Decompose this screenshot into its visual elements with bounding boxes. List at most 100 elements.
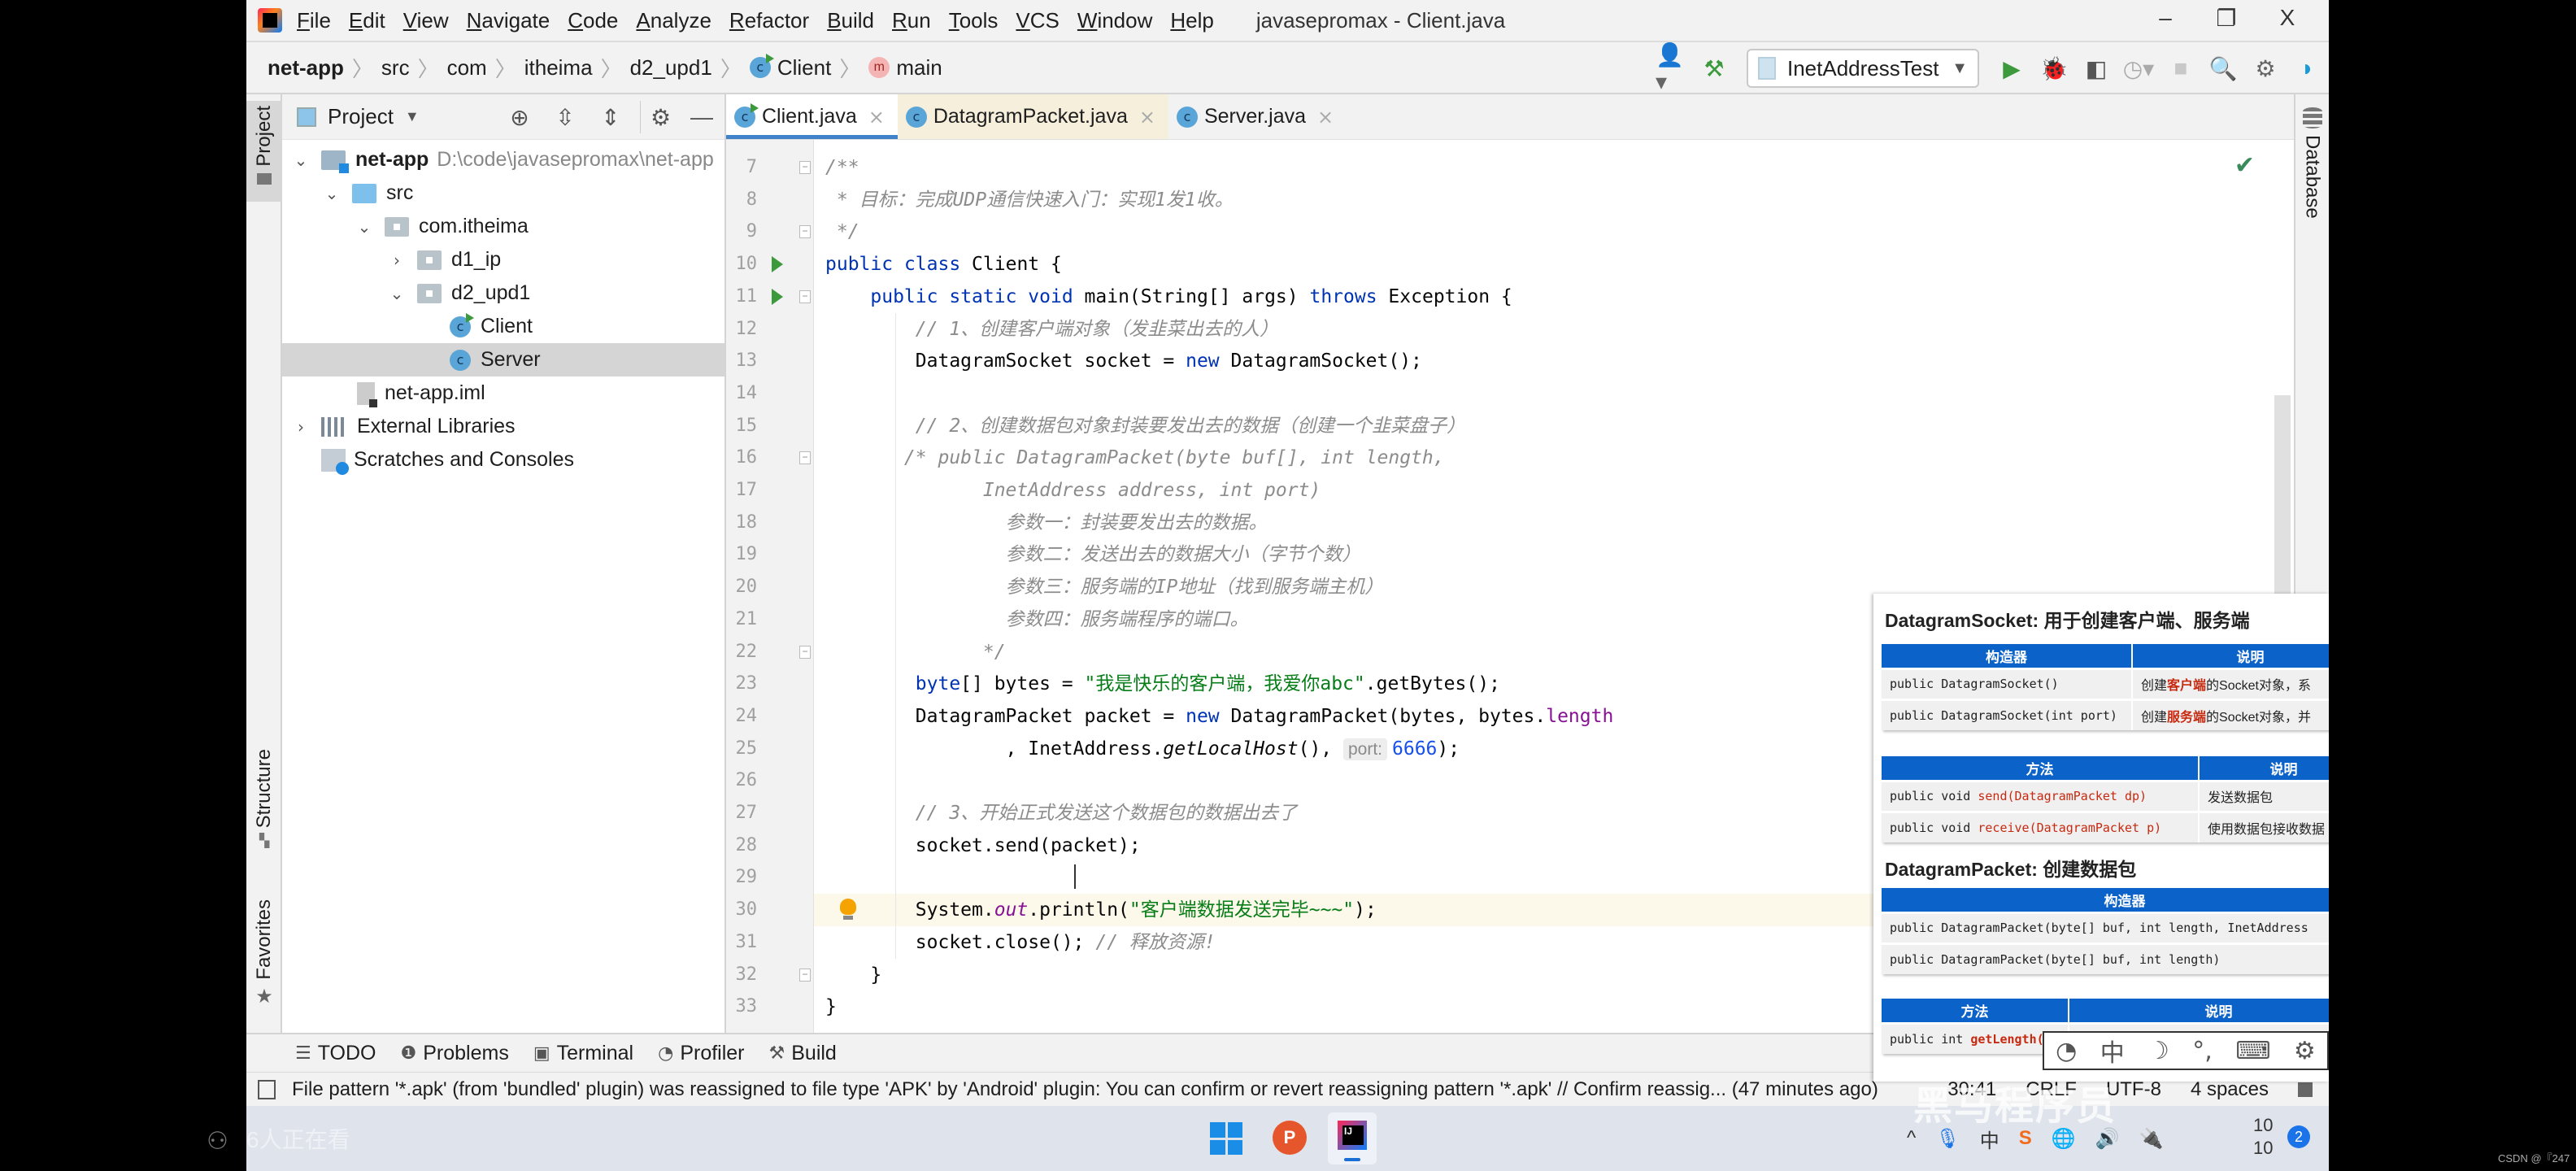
chevron-right-icon[interactable]: ›	[292, 417, 310, 437]
code-line[interactable]: /**	[825, 151, 859, 184]
menu-analyze[interactable]: Analyze	[636, 8, 711, 33]
code-line[interactable]: DatagramPacket packet = new DatagramPack…	[825, 700, 1614, 733]
tool-window-build[interactable]: ⚒ Build	[769, 1042, 837, 1065]
debug-icon[interactable]: 🐞	[2038, 52, 2070, 85]
fold-marker-icon[interactable]: −	[799, 645, 811, 659]
ime-chinese-mode-icon[interactable]: 中	[2100, 1033, 2125, 1069]
chevron-down-icon[interactable]: ⌄	[355, 217, 373, 237]
fold-marker-icon[interactable]: −	[799, 225, 811, 239]
notification-badge[interactable]: 2	[2287, 1125, 2310, 1148]
status-message[interactable]: File pattern '*.apk' (from 'bundled' plu…	[292, 1078, 1878, 1101]
breadcrumb-com[interactable]: com	[447, 55, 487, 81]
tree-item-com-itheima[interactable]: ⌄ com.itheima	[282, 210, 724, 243]
tool-tab-structure[interactable]: Structure ▚	[246, 749, 282, 849]
ime-settings-icon[interactable]: ⚙	[2294, 1037, 2316, 1065]
code-line[interactable]: public static void main(String[] args) t…	[825, 281, 1512, 313]
intellij-taskbar-icon[interactable]	[1328, 1112, 1377, 1164]
code-line[interactable]: 参数四：服务端程序的端口。	[825, 603, 1249, 636]
collapse-all-icon[interactable]: ⇕	[594, 101, 627, 133]
lock-icon[interactable]	[2298, 1082, 2313, 1097]
gear-icon[interactable]: ⚙	[640, 101, 672, 133]
code-line[interactable]: System.out.println("客户端数据发送完毕~~~");	[825, 894, 1377, 926]
code-line[interactable]: // 1、创建客户端对象（发韭菜出去的人）	[825, 313, 1278, 346]
tree-item-d2-upd1[interactable]: ⌄ d2_upd1	[282, 276, 724, 310]
build-hammer-icon[interactable]: ⚒	[1698, 52, 1730, 85]
tree-item-scratches[interactable]: Scratches and Consoles	[282, 443, 724, 477]
tree-item-net-app[interactable]: ⌄ net-app D:\code\javasepromax\net-app	[282, 143, 724, 176]
breadcrumb-net-app[interactable]: net-app	[268, 55, 344, 81]
chevron-down-icon[interactable]: ⌄	[292, 150, 310, 170]
close-icon[interactable]: ×	[868, 106, 885, 128]
menu-navigate[interactable]: Navigate	[467, 8, 550, 33]
code-line[interactable]: socket.send(packet);	[825, 829, 1141, 862]
chevron-down-icon[interactable]: ▼	[405, 108, 420, 125]
expand-all-icon[interactable]: ⇳	[549, 101, 581, 133]
intention-bulb-icon[interactable]	[840, 899, 856, 921]
tree-item-src[interactable]: ⌄ src	[282, 176, 724, 210]
search-icon[interactable]: 🔍	[2207, 52, 2239, 85]
menu-refactor[interactable]: Refactor	[729, 8, 809, 33]
tray-expand-icon[interactable]: ^	[1907, 1127, 1916, 1150]
code-line[interactable]: , InetAddress.getLocalHost(), port: 6666)…	[825, 733, 1460, 765]
ime-halfwidth-icon[interactable]: ☽	[2147, 1037, 2169, 1065]
close-icon[interactable]: ×	[1139, 106, 1155, 128]
code-line[interactable]: 参数三：服务端的IP地址（找到服务端主机）	[825, 571, 1384, 603]
menu-view[interactable]: View	[403, 8, 449, 33]
chevron-right-icon[interactable]: ›	[388, 250, 406, 270]
menu-file[interactable]: File	[297, 8, 331, 33]
code-line[interactable]: socket.close(); // 释放资源!	[825, 926, 1216, 959]
code-line[interactable]: // 2、创建数据包对象封装要发出去的数据（创建一个韭菜盘子）	[825, 410, 1465, 442]
windows-start-icon[interactable]	[1210, 1122, 1242, 1155]
menu-edit[interactable]: Edit	[349, 8, 385, 33]
indent-setting[interactable]: 4 spaces	[2191, 1078, 2269, 1101]
menu-help[interactable]: Help	[1170, 8, 1213, 33]
breadcrumb-main[interactable]: m main	[868, 55, 942, 81]
code-line[interactable]: 参数二：发送出去的数据大小（字节个数）	[825, 538, 1361, 571]
toolbox-icon[interactable]: ◗	[2291, 52, 2324, 85]
hide-icon[interactable]: —	[685, 101, 718, 133]
tool-window-problems[interactable]: ❶ Problems	[401, 1042, 509, 1065]
ime-keyboard-icon[interactable]: ⌨	[2235, 1037, 2270, 1065]
fold-marker-icon[interactable]: −	[799, 161, 811, 174]
code-line[interactable]: 参数一：封装要发出去的数据。	[825, 507, 1268, 539]
code-line[interactable]: InetAddress address, int port)	[825, 474, 1321, 507]
menu-vcs[interactable]: VCS	[1016, 8, 1059, 33]
tool-tab-database[interactable]: Database	[2301, 107, 2324, 219]
fold-marker-icon[interactable]: −	[799, 451, 811, 465]
powerpoint-icon[interactable]: P	[1273, 1121, 1307, 1155]
clock[interactable]: 10 10	[2253, 1114, 2273, 1160]
coverage-icon[interactable]: ◧	[2080, 52, 2113, 85]
project-view-selector[interactable]: Project	[328, 104, 394, 129]
tool-tab-project[interactable]: Project	[246, 101, 282, 202]
tree-item-net-app-iml[interactable]: net-app.iml	[282, 377, 724, 410]
minimize-button[interactable]: –	[2149, 5, 2182, 31]
event-log-icon[interactable]	[258, 1079, 276, 1099]
sogou-icon[interactable]: S	[2019, 1127, 2032, 1150]
menu-run[interactable]: Run	[892, 8, 931, 33]
run-config-selector[interactable]: InetAddressTest ▼	[1747, 49, 1979, 88]
close-icon[interactable]: ×	[1317, 106, 1334, 128]
profile-icon[interactable]: ◷▾	[2122, 52, 2155, 85]
breadcrumb-client[interactable]: c Client	[749, 54, 831, 81]
code-line[interactable]: * 目标：完成UDP通信快速入门：实现1发1收。	[825, 184, 1234, 216]
code-line[interactable]: DatagramSocket socket = new DatagramSock…	[825, 345, 1422, 377]
locate-icon[interactable]: ⊕	[503, 101, 536, 133]
code-line[interactable]: public class Client {	[825, 248, 1062, 281]
close-window-button[interactable]: X	[2271, 5, 2304, 31]
menu-build[interactable]: Build	[827, 8, 874, 33]
settings-icon[interactable]: ⚙	[2249, 52, 2282, 85]
tree-item-external-libraries[interactable]: › External Libraries	[282, 410, 724, 443]
run-gutter-icon[interactable]	[772, 256, 783, 273]
tab-server-java[interactable]: c Server.java ×	[1168, 94, 1347, 139]
code-line[interactable]: byte[] bytes = "我是快乐的客户端，我爱你abc".getByte…	[825, 668, 1500, 700]
tool-window-profiler[interactable]: ◔ Profiler	[658, 1042, 744, 1065]
fold-marker-icon[interactable]: −	[799, 968, 811, 982]
breadcrumb-itheima[interactable]: itheima	[524, 55, 593, 81]
user-icon[interactable]: 👤▾	[1656, 42, 1688, 94]
restore-button[interactable]: ❐	[2210, 5, 2243, 32]
breadcrumb-src[interactable]: src	[381, 55, 410, 81]
ime-logo-icon[interactable]: ◔	[2056, 1037, 2077, 1065]
no-problems-check-icon[interactable]: ✔	[2234, 151, 2255, 180]
code-line[interactable]: */	[825, 636, 1006, 668]
ime-punctuation-icon[interactable]: °,	[2192, 1037, 2213, 1065]
